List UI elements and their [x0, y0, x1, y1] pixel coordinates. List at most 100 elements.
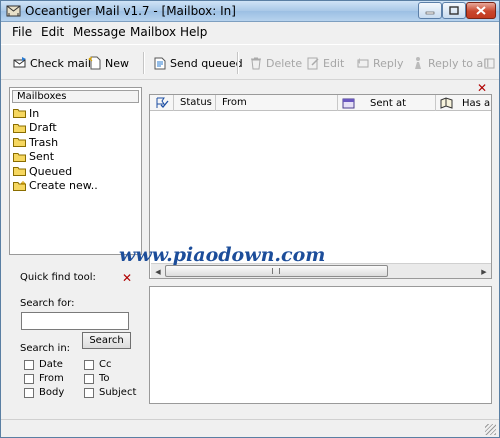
folder-label: Draft [29, 121, 57, 135]
reply-all-button[interactable]: Reply to all [411, 53, 489, 73]
check-mail-icon [13, 57, 26, 68]
new-message-icon [88, 56, 101, 70]
toolbar: Check mail New Send queued Delete Edit R… [1, 44, 499, 80]
reply-all-icon [415, 57, 421, 69]
folder-in[interactable]: In [13, 106, 98, 121]
flag-check-icon [156, 97, 168, 108]
edit-button[interactable]: Edit [306, 53, 344, 73]
check-mail-button[interactable]: Check mail [13, 53, 91, 73]
checkbox-label: From [39, 373, 64, 384]
trash-icon [251, 57, 261, 70]
folder-label: Sent [29, 150, 55, 164]
app-icon [6, 5, 21, 17]
delete-button[interactable]: Delete [249, 53, 302, 73]
checkbox-box[interactable] [24, 359, 34, 370]
menu-message[interactable]: Message [73, 25, 126, 39]
more-toolbar-button[interactable] [483, 53, 497, 73]
folder-label: Create new.. [29, 179, 98, 193]
folder-label: Queued [29, 164, 73, 178]
edit-icon [307, 57, 319, 70]
close-quick-find-icon[interactable]: ✕ [122, 271, 132, 285]
menu-bar: File Edit Message Mailbox Help [1, 23, 499, 42]
new-label: New [105, 56, 129, 70]
search-input[interactable] [21, 312, 129, 330]
column-sent-at[interactable]: Sent at [338, 95, 436, 111]
toolbar-separator [143, 52, 145, 74]
close-icon [476, 6, 486, 15]
check-mail-label: Check mail [30, 56, 91, 70]
menu-help[interactable]: Help [180, 25, 207, 39]
new-button[interactable]: New [88, 53, 129, 73]
scrollbar-grip [272, 268, 280, 274]
menu-mailbox[interactable]: Mailbox [130, 25, 176, 39]
column-sent-at-label: Sent at [370, 97, 406, 109]
column-flag[interactable] [150, 95, 174, 111]
column-status[interactable]: Status [174, 95, 216, 111]
close-list-icon[interactable]: ✕ [477, 81, 487, 95]
reply-button[interactable]: Reply [356, 53, 403, 73]
message-preview-pane[interactable] [149, 286, 492, 404]
search-in-subject-checkbox[interactable]: Subject [84, 387, 136, 398]
scroll-right-icon[interactable]: ▶ [477, 265, 491, 278]
attachment-icon [440, 97, 453, 109]
folder-label: Trash [29, 135, 59, 149]
mailboxes-header: Mailboxes [12, 90, 139, 103]
new-folder-icon [13, 180, 26, 191]
checkbox-box[interactable] [24, 387, 34, 398]
forward-icon [484, 58, 495, 69]
search-in-date-checkbox[interactable]: Date [24, 359, 63, 370]
maximize-icon [449, 6, 459, 15]
window-title: Oceantiger Mail v1.7 - [Mailbox: In] [25, 4, 236, 18]
quick-find-panel: Quick find tool: ✕ Search for: Search in… [9, 261, 142, 411]
title-bar[interactable]: Oceantiger Mail v1.7 - [Mailbox: In] [1, 1, 499, 22]
resize-grip-icon[interactable] [485, 424, 496, 435]
folder-label: In [29, 106, 40, 120]
toolbar-separator [237, 52, 239, 74]
checkbox-label: Cc [99, 359, 112, 370]
search-in-body-checkbox[interactable]: Body [24, 387, 64, 398]
scrollbar-thumb[interactable] [165, 265, 388, 277]
close-button[interactable] [466, 2, 496, 19]
checkbox-box[interactable] [84, 387, 94, 398]
folder-icon [13, 138, 26, 148]
folder-icon [13, 167, 26, 177]
send-queued-icon [154, 57, 166, 70]
checkbox-box[interactable] [84, 359, 94, 370]
checkbox-label: Date [39, 359, 63, 370]
search-button[interactable]: Search [82, 332, 131, 349]
watermark-text: www.piaodown.com [119, 244, 326, 266]
search-in-label: Search in: [20, 343, 71, 354]
search-in-cc-checkbox[interactable]: Cc [84, 359, 111, 370]
folder-create-new[interactable]: Create new.. [13, 179, 98, 194]
column-headers: Status From Sent at Has a [150, 95, 491, 111]
send-queued-button[interactable]: Send queued [153, 53, 243, 73]
column-from[interactable]: From [216, 95, 338, 111]
search-in-to-checkbox[interactable]: To [84, 373, 110, 384]
mailboxes-panel: Mailboxes In Draft Trash Sent Queued Cre… [9, 87, 142, 255]
maximize-button[interactable] [442, 2, 466, 19]
quick-find-title: Quick find tool: [20, 272, 96, 283]
folder-draft[interactable]: Draft [13, 121, 98, 136]
status-bar [1, 419, 499, 437]
menu-file[interactable]: File [12, 25, 32, 39]
minimize-button[interactable] [418, 2, 442, 19]
checkbox-label: Subject [99, 387, 137, 398]
search-in-from-checkbox[interactable]: From [24, 373, 64, 384]
calendar-icon [342, 98, 355, 109]
reply-icon [357, 58, 369, 68]
column-has-attachment[interactable]: Has a [436, 95, 491, 111]
column-has-attachment-label: Has a [462, 97, 491, 109]
folder-icon [13, 109, 26, 119]
scroll-left-icon[interactable]: ◀ [151, 265, 165, 278]
folder-queued[interactable]: Queued [13, 164, 98, 179]
folder-trash[interactable]: Trash [13, 135, 98, 150]
folder-sent[interactable]: Sent [13, 150, 98, 165]
folder-list: In Draft Trash Sent Queued Create new.. [13, 106, 98, 193]
reply-label: Reply [373, 56, 404, 70]
search-for-label: Search for: [20, 298, 75, 309]
checkbox-box[interactable] [24, 373, 34, 384]
edit-label: Edit [323, 56, 345, 70]
checkbox-box[interactable] [84, 373, 94, 384]
folder-icon [13, 123, 26, 133]
menu-edit[interactable]: Edit [41, 25, 64, 39]
